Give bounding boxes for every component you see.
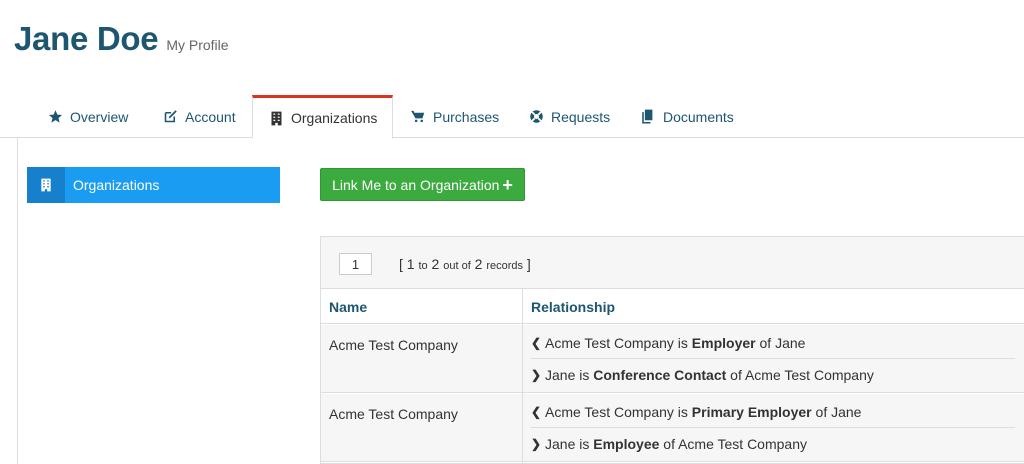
documents-icon xyxy=(640,109,656,125)
chevron-left-icon: ❮ xyxy=(531,335,542,350)
building-icon xyxy=(268,110,284,126)
relationship-item: ❯ Jane is Employee of Acme Test Company xyxy=(531,436,807,452)
chevron-right-icon: ❯ xyxy=(531,368,542,382)
org-name: Acme Test Company xyxy=(329,406,458,422)
page-header: Jane Doe My Profile xyxy=(14,20,229,58)
tab-label: Account xyxy=(185,108,236,125)
chevron-right-icon: ❯ xyxy=(531,437,542,451)
tab-documents[interactable]: Documents xyxy=(640,95,734,138)
button-label: Link Me to an Organization xyxy=(332,176,500,193)
chevron-left-icon: ❮ xyxy=(531,404,542,419)
page-number-input[interactable]: 1 xyxy=(339,253,372,275)
tab-account[interactable]: Account xyxy=(162,95,236,138)
table-row: Acme Test Company ❮ Acme Test Company is… xyxy=(321,394,1024,462)
organizations-grid: 1 [ 1 to 2 out of 2 records ] Name Relat… xyxy=(320,236,1024,464)
sidebar-item-organizations[interactable]: Organizations xyxy=(27,167,280,203)
plus-icon: + xyxy=(502,174,513,195)
column-header-relationship[interactable]: Relationship xyxy=(531,299,615,315)
profile-tabs: Overview Account Organizations Purchases… xyxy=(0,95,1024,139)
relationship-item: ❮ Acme Test Company is Employer of Jane xyxy=(531,327,1015,359)
profile-name: Jane Doe xyxy=(14,20,159,57)
sidebar-item-label: Organizations xyxy=(73,177,160,193)
building-icon xyxy=(27,167,65,203)
relationship-item: ❯ Jane is Conference Contact of Acme Tes… xyxy=(531,367,874,383)
profile-subtitle: My Profile xyxy=(166,37,229,53)
table-header: Name Relationship xyxy=(321,289,1024,324)
lifebuoy-icon xyxy=(528,109,544,125)
tab-label: Purchases xyxy=(433,108,500,125)
column-divider xyxy=(522,289,523,464)
cart-icon xyxy=(410,109,426,125)
records-count: [ 1 to 2 out of 2 records ] xyxy=(399,256,531,272)
tab-label: Overview xyxy=(70,108,129,125)
tab-organizations[interactable]: Organizations xyxy=(252,95,394,139)
org-name: Acme Test Company xyxy=(329,337,458,353)
grid-pager: 1 [ 1 to 2 out of 2 records ] xyxy=(321,237,1024,289)
tab-purchases[interactable]: Purchases xyxy=(410,95,499,138)
tab-label: Requests xyxy=(551,108,611,125)
link-organization-button[interactable]: Link Me to an Organization + xyxy=(320,168,525,201)
tab-label: Documents xyxy=(663,108,734,125)
tab-requests[interactable]: Requests xyxy=(528,95,610,138)
column-header-name[interactable]: Name xyxy=(329,299,367,315)
tab-label: Organizations xyxy=(291,110,378,126)
table-row: Acme Test Company ❮ Acme Test Company is… xyxy=(321,325,1024,393)
relationship-item: ❮ Acme Test Company is Primary Employer … xyxy=(531,396,1015,428)
tab-overview[interactable]: Overview xyxy=(47,95,128,138)
star-icon xyxy=(47,109,63,125)
edit-icon xyxy=(162,109,178,125)
